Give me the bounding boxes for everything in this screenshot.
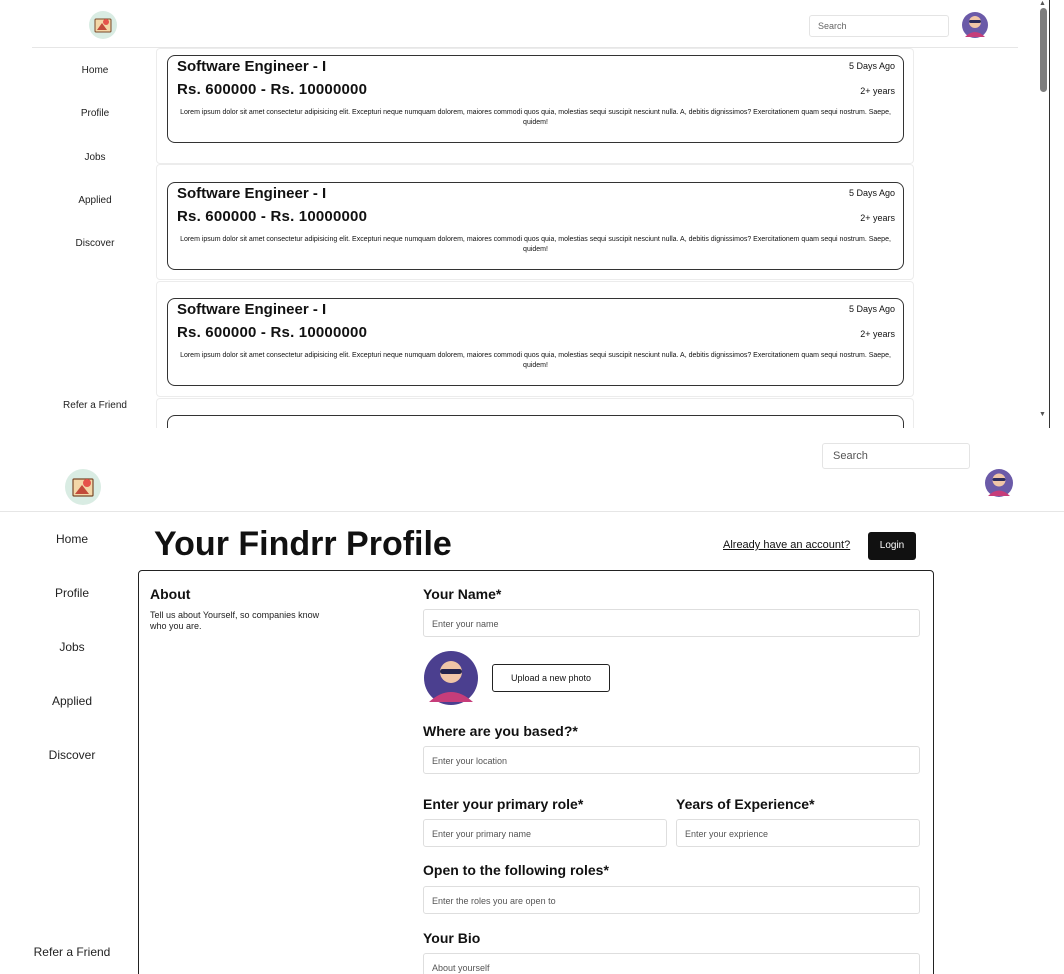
job-card-container: Software Engineer - I 5 Days Ago Rs. 600… bbox=[156, 164, 914, 280]
job-posted: 5 Days Ago bbox=[848, 188, 895, 198]
job-experience: 2+ years bbox=[860, 213, 895, 223]
about-description: Tell us about Yourself, so companies kno… bbox=[150, 610, 320, 631]
search-input[interactable]: Search bbox=[822, 443, 970, 469]
scroll-up-icon[interactable]: ▲ bbox=[1039, 0, 1046, 7]
scrollbar-thumb[interactable] bbox=[1040, 8, 1047, 92]
primary-role-label: Enter your primary role* bbox=[423, 796, 584, 812]
nav-refer-friend[interactable]: Refer a Friend bbox=[12, 945, 132, 959]
job-description: Lorem ipsum dolor sit amet consectetur a… bbox=[180, 352, 891, 369]
job-card-container: Software Engineer - I 5 Days Ago Rs. 600… bbox=[156, 281, 914, 397]
nav-jobs[interactable]: Jobs bbox=[40, 152, 150, 163]
nav-applied[interactable]: Applied bbox=[40, 195, 150, 206]
about-heading: About bbox=[150, 586, 191, 602]
upload-photo-button[interactable]: Upload a new photo bbox=[492, 664, 610, 692]
job-salary: Rs. 600000 - Rs. 10000000 bbox=[177, 208, 368, 225]
nav-home[interactable]: Home bbox=[12, 532, 132, 546]
already-have-account-link[interactable]: Already have an account? bbox=[723, 539, 850, 551]
findrr-logo-icon[interactable] bbox=[88, 10, 118, 40]
sidebar-nav: Home Profile Jobs Applied Discover Refer… bbox=[40, 48, 150, 428]
job-description: Lorem ipsum dolor sit amet consectetur a… bbox=[180, 109, 891, 126]
search-input[interactable]: Search bbox=[809, 15, 949, 37]
job-card[interactable]: Software Engineer - I 5 Days Ago Rs. 600… bbox=[167, 182, 904, 270]
job-title: Software Engineer - I bbox=[177, 301, 327, 318]
user-avatar-icon[interactable] bbox=[984, 468, 1014, 498]
job-card[interactable]: Software Engineer - I 5 Days Ago Rs. 600… bbox=[167, 298, 904, 386]
jobs-screenshot: Search Home Profile Jobs Applied Discove… bbox=[0, 0, 1064, 430]
name-label: Your Name* bbox=[423, 586, 502, 602]
job-experience: 2+ years bbox=[860, 329, 895, 339]
job-posted: 5 Days Ago bbox=[848, 304, 895, 314]
job-card[interactable]: Software Engineer - I 5 Days Ago Rs. 600… bbox=[167, 55, 904, 143]
user-avatar-icon[interactable] bbox=[961, 11, 989, 39]
job-card-container bbox=[156, 398, 914, 428]
bio-label: Your Bio bbox=[423, 930, 481, 946]
job-posted: 5 Days Ago bbox=[848, 61, 895, 71]
nav-profile[interactable]: Profile bbox=[40, 108, 150, 119]
experience-input[interactable]: Enter your exprience bbox=[676, 819, 920, 847]
open-roles-input[interactable]: Enter the roles you are open to bbox=[423, 886, 920, 914]
nav-refer-friend[interactable]: Refer a Friend bbox=[40, 400, 150, 411]
nav-home[interactable]: Home bbox=[40, 65, 150, 76]
job-experience: 2+ years bbox=[860, 86, 895, 96]
findrr-logo-icon[interactable] bbox=[64, 468, 102, 506]
bio-input[interactable]: About yourself bbox=[423, 953, 920, 974]
page-title: Your Findrr Profile bbox=[154, 525, 452, 563]
name-input[interactable]: Enter your name bbox=[423, 609, 920, 637]
login-button[interactable]: Login bbox=[868, 532, 916, 560]
nav-jobs[interactable]: Jobs bbox=[12, 640, 132, 654]
job-card-container: Software Engineer - I 5 Days Ago Rs. 600… bbox=[156, 48, 914, 164]
job-salary: Rs. 600000 - Rs. 10000000 bbox=[177, 324, 368, 341]
nav-discover[interactable]: Discover bbox=[12, 748, 132, 762]
job-feed: Software Engineer - I 5 Days Ago Rs. 600… bbox=[156, 48, 914, 428]
job-description: Lorem ipsum dolor sit amet consectetur a… bbox=[180, 236, 891, 253]
experience-label: Years of Experience* bbox=[676, 796, 815, 812]
primary-role-input[interactable]: Enter your primary name bbox=[423, 819, 667, 847]
job-card[interactable] bbox=[167, 415, 904, 428]
nav-applied[interactable]: Applied bbox=[12, 694, 132, 708]
profile-screenshot: Search Home Profile Jobs Applied Discove… bbox=[0, 440, 1064, 974]
nav-profile[interactable]: Profile bbox=[12, 586, 132, 600]
nav-discover[interactable]: Discover bbox=[40, 238, 150, 249]
location-input[interactable]: Enter your location bbox=[423, 746, 920, 774]
divider bbox=[1049, 0, 1050, 428]
job-title: Software Engineer - I bbox=[177, 185, 327, 202]
job-salary: Rs. 600000 - Rs. 10000000 bbox=[177, 81, 368, 98]
scroll-down-icon[interactable]: ▼ bbox=[1039, 411, 1046, 418]
location-label: Where are you based?* bbox=[423, 723, 578, 739]
job-title: Software Engineer - I bbox=[177, 58, 327, 75]
profile-photo-icon bbox=[424, 651, 478, 705]
open-roles-label: Open to the following roles* bbox=[423, 862, 609, 878]
